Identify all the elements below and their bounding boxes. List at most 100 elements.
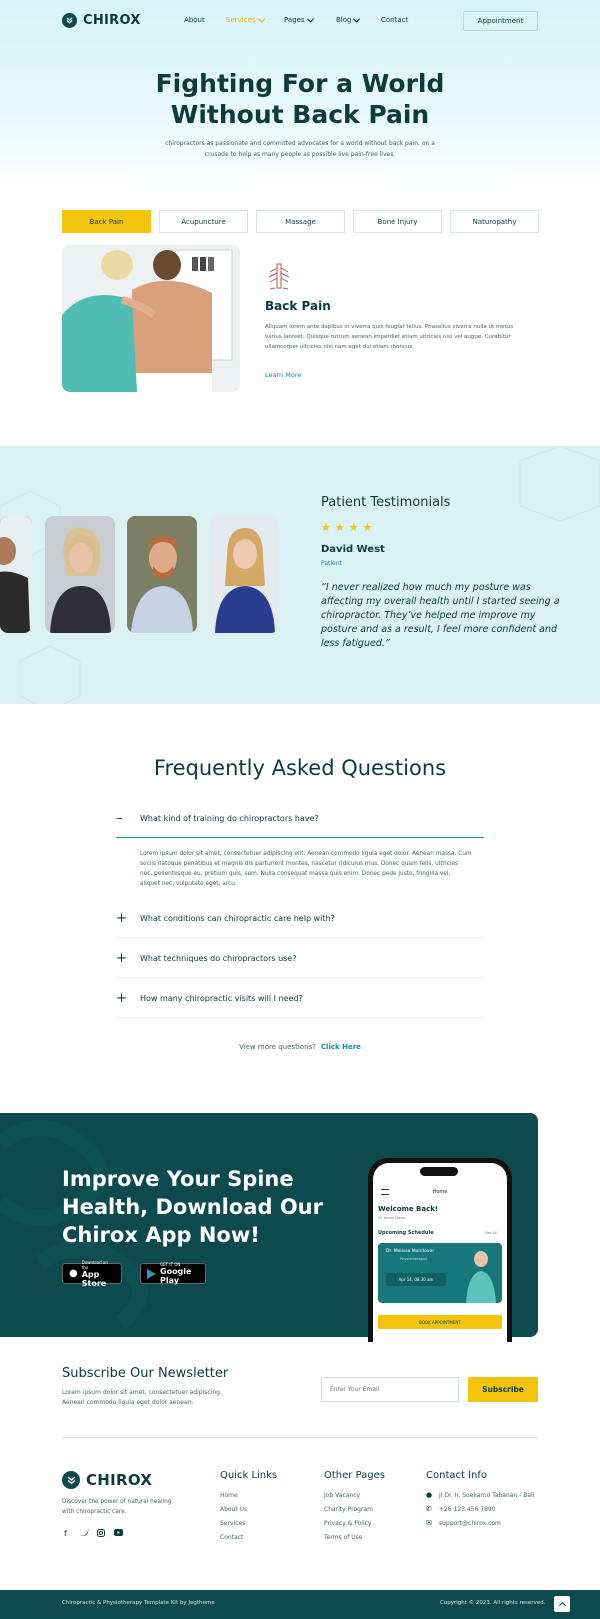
- nav-contact-label: Contact: [381, 16, 409, 24]
- phone-icon: ✆: [426, 1505, 432, 1513]
- testimonial-photo-1[interactable]: [0, 516, 32, 633]
- contact-email[interactable]: ✉ support@chirox.com: [426, 1519, 501, 1527]
- google-play-large: Google Play: [160, 1267, 192, 1285]
- hero-title: Fighting For a World Without Back Pain: [0, 68, 600, 130]
- tab-massage[interactable]: Massage: [256, 210, 345, 233]
- tab-acupuncture[interactable]: Acupuncture: [159, 210, 248, 233]
- phone-upcoming: Upcoming Schedule: [378, 1230, 434, 1236]
- schedule-card[interactable]: Dr. Melissa Mondover Physiotherapist Apr…: [378, 1243, 502, 1303]
- service-text: Aliquam lorem ante dapibus in viverra qu…: [265, 324, 514, 350]
- faq-question: What kind of training do chiropractors h…: [140, 813, 319, 823]
- plus-icon: +: [116, 910, 127, 926]
- hero-title-line2: Without Back Pain: [170, 100, 430, 129]
- hero-title-line1: Fighting For a World: [155, 69, 445, 98]
- footer-link-jobs[interactable]: Job Vacancy: [324, 1492, 360, 1499]
- footer-link-about[interactable]: About Us: [220, 1506, 247, 1513]
- spine-icon: [266, 262, 292, 294]
- google-play-button[interactable]: GET IT ON Google Play: [140, 1262, 206, 1285]
- contact-phone[interactable]: ✆ +26 123 456 7890: [426, 1505, 496, 1513]
- phone-see-all[interactable]: See All: [485, 1231, 497, 1235]
- email-input[interactable]: [321, 1377, 459, 1402]
- learn-more-link[interactable]: Learn More: [265, 371, 301, 379]
- chevron-up-icon: [558, 1601, 566, 1610]
- nav-blog[interactable]: Blog: [336, 15, 361, 24]
- faq-title: Frequently Asked Questions: [153, 756, 447, 780]
- faq-answer: Lorem ipsum dolor sit amet, consectetuer…: [140, 851, 472, 887]
- play-icon: [147, 1264, 156, 1283]
- footer-link-home[interactable]: Home: [220, 1492, 238, 1499]
- app-store-button[interactable]: ● Download on the App Store: [62, 1260, 122, 1288]
- book-appointment-button[interactable]: BOOK APPOINTMENT: [378, 1315, 502, 1329]
- testimonial-photo-3[interactable]: [127, 516, 197, 633]
- instagram-icon[interactable]: [97, 1529, 105, 1539]
- nav-contact[interactable]: Contact: [381, 16, 408, 24]
- faq-item-3[interactable]: + What techniques do chiropractors use?: [116, 939, 484, 978]
- testimonial-photo-2[interactable]: [45, 516, 115, 633]
- contact-address: ● Jl Dr. Ir. Soekarno Tabanan - Bali: [426, 1491, 534, 1499]
- schedule-specialty: Physiotherapist: [400, 1257, 428, 1261]
- tab-back-pain[interactable]: Back Pain: [62, 210, 151, 233]
- chevron-down-icon: [306, 15, 314, 23]
- click-here-link[interactable]: Click Here: [321, 1043, 361, 1051]
- nav-services[interactable]: Services: [226, 15, 265, 24]
- more-questions: View more questions? Click Here: [0, 1043, 600, 1051]
- faq-question: What conditions can chiropractic care he…: [140, 913, 335, 923]
- footer-link-terms[interactable]: Terms of Use: [324, 1534, 362, 1541]
- other-pages-title: Other Pages: [324, 1470, 385, 1481]
- footer-link-contact[interactable]: Contact: [220, 1534, 243, 1541]
- hero-subtitle: chiropractors as passionate and committe…: [165, 140, 435, 158]
- faq-question: What techniques do chiropractors use?: [140, 953, 297, 963]
- newsletter-text: Lorem ipsum dolor sit amet, consectetuer…: [62, 1389, 222, 1406]
- google-play-text: GET IT ON Google Play: [160, 1262, 199, 1285]
- logo-text: CHIROX: [83, 13, 141, 28]
- contact-phone-text: +26 123 456 7890: [439, 1505, 496, 1513]
- phone-mockup: Home Welcome Back! Hi, Jessie Frazer Upc…: [368, 1158, 512, 1342]
- testimonial-photo-4[interactable]: [209, 516, 279, 633]
- app-store-large: App Store: [81, 1269, 107, 1288]
- tab-naturopathy[interactable]: Naturopathy: [450, 210, 539, 233]
- quick-links-title: Quick Links: [220, 1470, 278, 1481]
- testimonial-quote: “I never realized how much my posture wa…: [321, 582, 560, 649]
- tab-bone-injury[interactable]: Bone Injury: [353, 210, 442, 233]
- location-pin-icon: ●: [426, 1491, 433, 1499]
- phone-user: Hi, Jessie Frazer: [378, 1216, 406, 1220]
- back-to-top-button[interactable]: [554, 1596, 570, 1612]
- faq-item-4[interactable]: + How many chiropractic visits will I ne…: [116, 979, 484, 1018]
- twitter-icon[interactable]: [80, 1529, 89, 1539]
- nav-pages[interactable]: Pages: [284, 15, 314, 24]
- minus-icon: –: [116, 810, 123, 826]
- nav-pages-label: Pages: [284, 16, 305, 24]
- phone-notch: [420, 1167, 458, 1176]
- subscribe-button[interactable]: Subscribe: [468, 1377, 538, 1402]
- phone-screen: Home Welcome Back! Hi, Jessie Frazer Upc…: [373, 1163, 507, 1342]
- footer-link-services[interactable]: Services: [220, 1520, 245, 1527]
- logo-icon: [62, 1471, 80, 1489]
- footer-logo[interactable]: CHIROX: [62, 1471, 152, 1489]
- chevron-down-icon: [257, 15, 265, 23]
- contact-info-title: Contact Info: [426, 1470, 488, 1481]
- faq-item-2[interactable]: + What conditions can chiropractic care …: [116, 899, 484, 938]
- appointment-button[interactable]: Appointment: [463, 11, 538, 31]
- logo-icon: [62, 13, 77, 28]
- contact-email-text: support@chirox.com: [439, 1519, 501, 1527]
- footer-link-charity[interactable]: Charity Program: [324, 1506, 373, 1513]
- logo[interactable]: CHIROX: [62, 13, 141, 28]
- rating-stars: ★ ★ ★ ★: [321, 522, 373, 533]
- apple-icon: ●: [69, 1268, 78, 1279]
- app-store-text: Download on the App Store: [82, 1260, 115, 1288]
- nav-about-label: About: [184, 16, 205, 24]
- youtube-icon[interactable]: [114, 1529, 123, 1538]
- schedule-doctor: Dr. Melissa Mondover: [386, 1249, 435, 1254]
- faq-item-1[interactable]: – What kind of training do chiropractors…: [116, 799, 484, 838]
- footer-link-privacy[interactable]: Privacy & Policy: [324, 1520, 371, 1527]
- nav-services-label: Services: [226, 16, 256, 24]
- facebook-icon[interactable]: f: [64, 1529, 67, 1538]
- phone-welcome: Welcome Back!: [378, 1205, 439, 1213]
- app-title: Improve Your Spine Health, Download Our …: [62, 1167, 323, 1247]
- star-icon: ★: [348, 521, 359, 534]
- star-icon: ★: [362, 521, 373, 534]
- nav-about[interactable]: About: [184, 16, 205, 24]
- faq-question: How many chiropractic visits will I need…: [140, 993, 303, 1003]
- star-icon: ★: [321, 521, 331, 534]
- newsletter-title: Subscribe Our Newsletter: [62, 1366, 229, 1381]
